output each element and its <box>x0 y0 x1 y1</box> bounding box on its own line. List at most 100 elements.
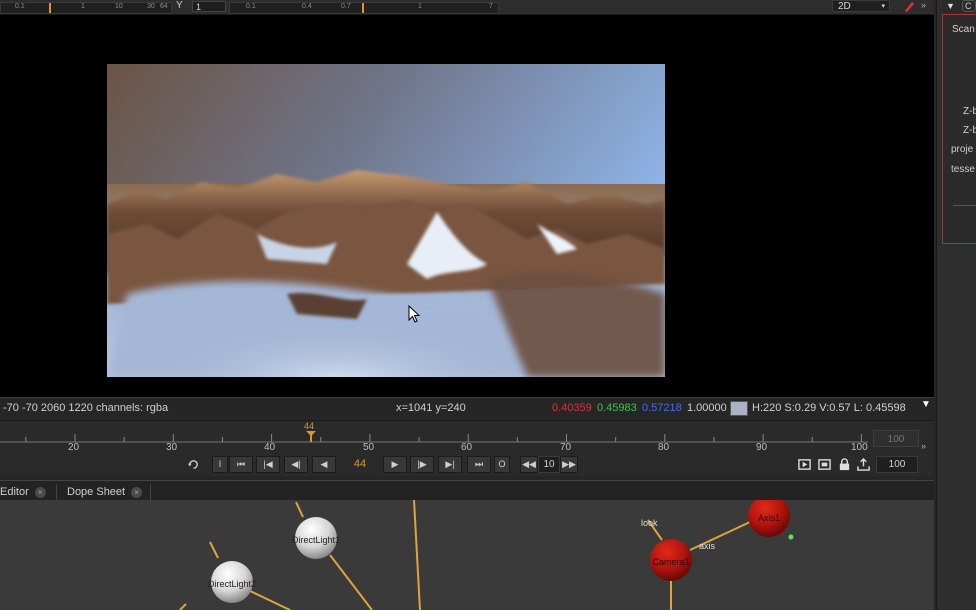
timeline-tick-label: 80 <box>658 442 670 453</box>
gamma-tick: 0.7 <box>341 3 351 10</box>
tab-dope-sheet[interactable]: Dope Sheet × <box>67 483 143 501</box>
node-graph-canvas[interactable] <box>0 500 934 610</box>
expand-icon[interactable]: » <box>921 441 926 451</box>
last-frame-button[interactable]: ⏭ <box>467 456 491 473</box>
viewer-dot <box>788 534 794 540</box>
pixel-info-bar: -70 -70 2060 1220 channels: rgba x=1041 … <box>0 397 934 418</box>
divider <box>953 205 976 206</box>
timeline-tick-label: 30 <box>166 442 178 453</box>
properties-header: ▼ C <box>942 0 976 13</box>
pipe <box>295 501 304 518</box>
previous-keyframe-button[interactable]: |◀ <box>256 456 280 473</box>
gain-slider[interactable]: 0.1 1 10 30 64 <box>0 2 172 14</box>
record-icon[interactable] <box>818 458 831 471</box>
overflow-icon[interactable]: » <box>921 0 926 10</box>
blue-value: 0.57218 <box>642 402 682 414</box>
play-backward-button[interactable]: ◀ <box>312 456 336 473</box>
panel-tabs: Editor × Dope Sheet × <box>0 480 934 501</box>
gamma-slider[interactable]: 0.1 0.4 0.7 1 7 <box>229 2 499 14</box>
node-label: Axis1 <box>757 513 781 523</box>
pipe <box>329 554 373 610</box>
collapse-icon[interactable]: ▼ <box>946 1 955 11</box>
lock-icon[interactable] <box>838 458 851 471</box>
set-out-point-button[interactable]: O <box>494 456 510 473</box>
gamma-tick: 0.4 <box>302 3 312 10</box>
playhead-frame: 44 <box>304 421 315 431</box>
set-in-point-button[interactable]: I <box>212 456 228 473</box>
edge-label: axis <box>699 541 716 551</box>
timeline-tick-label: 50 <box>363 442 375 453</box>
step-forward-button[interactable]: |▶ <box>410 456 434 473</box>
property-label: proje <box>951 144 974 155</box>
node-graph[interactable]: DirectLight1 DirectLight2 Camera1 Axis1 … <box>0 500 934 610</box>
step-back-button[interactable]: ◀| <box>284 456 308 473</box>
alpha-value: 1.00000 <box>687 402 727 414</box>
gamma-input[interactable]: 1 <box>192 1 226 12</box>
red-value: 0.40359 <box>552 402 592 414</box>
node-label: DirectLight1 <box>291 535 341 545</box>
render-image <box>107 64 665 377</box>
mouse-cursor-icon <box>408 305 421 323</box>
cursor-coords: x=1041 y=240 <box>396 402 466 414</box>
loop-mode-icon[interactable] <box>187 458 200 471</box>
pipe <box>247 589 291 610</box>
properties-button[interactable]: C <box>962 0 976 12</box>
view-mode-dropdown[interactable]: 2D ▾ <box>832 0 890 12</box>
hsvl-values: H:220 S:0.29 V:0.57 L: 0.45598 <box>752 402 906 414</box>
gain-tick: 10 <box>115 3 123 10</box>
timeline-tick-label: 90 <box>756 442 768 453</box>
back-increment-button[interactable]: ◀◀ <box>520 456 538 473</box>
timeline-tick-label: 100 <box>851 442 868 453</box>
node-label: Camera1 <box>652 557 690 567</box>
first-frame-button[interactable]: ⏮ <box>229 456 253 473</box>
property-label: tesse <box>951 164 975 175</box>
node-properties-box: Scan Z-b Z-b proje tesse <box>942 14 976 244</box>
tab-node-graph[interactable]: Editor × <box>0 483 46 501</box>
gamma-tick: 0.1 <box>246 3 256 10</box>
pipe <box>413 500 421 610</box>
end-frame-display: 100 <box>873 430 919 447</box>
node-label: DirectLight2 <box>207 579 257 589</box>
gain-handle[interactable] <box>49 3 51 13</box>
info-menu-icon[interactable]: ▼ <box>921 399 931 410</box>
format-info: -70 -70 2060 1220 channels: rgba <box>3 402 169 414</box>
pipe <box>179 603 187 610</box>
gamma-tick: 1 <box>418 3 422 10</box>
green-value: 0.45983 <box>597 402 637 414</box>
gamma-label: Y <box>176 0 183 11</box>
close-icon[interactable]: × <box>34 486 46 498</box>
viewer-canvas[interactable] <box>0 15 934 397</box>
gain-tick: 0.1 <box>15 3 25 10</box>
view-mode-value: 2D <box>838 1 851 12</box>
property-label: Z-b <box>963 125 976 136</box>
gain-tick: 64 <box>160 3 168 10</box>
timeline-tick-label: 70 <box>560 442 572 453</box>
tab-divider <box>150 484 151 500</box>
color-swatch <box>730 401 748 416</box>
next-keyframe-button[interactable]: ▶| <box>438 456 462 473</box>
flipbook-icon[interactable] <box>798 458 811 471</box>
gamma-tick: 7 <box>489 3 493 10</box>
export-icon[interactable] <box>857 458 870 471</box>
pen-icon[interactable] <box>903 0 915 12</box>
play-forward-button[interactable]: ▶ <box>383 456 407 473</box>
gain-tick: 1 <box>81 3 85 10</box>
transport-controls: I ⏮ |◀ ◀| ◀ 44 ▶ |▶ ▶| ⏭ O ◀◀ 10 ▶▶ 100 <box>0 454 934 476</box>
tab-divider <box>56 484 57 500</box>
pipe <box>209 541 219 559</box>
timeline-tick-label: 20 <box>68 442 80 453</box>
gain-tick: 30 <box>147 3 155 10</box>
chevron-down-icon: ▾ <box>881 3 885 10</box>
end-frame-field[interactable]: 100 <box>876 456 918 473</box>
timeline-tick-label: 60 <box>461 442 473 453</box>
gamma-handle[interactable] <box>362 3 364 13</box>
forward-increment-button[interactable]: ▶▶ <box>560 456 578 473</box>
current-frame-field[interactable]: 44 <box>343 456 377 473</box>
edge-label: look <box>641 518 658 528</box>
timeline-tick-label: 40 <box>264 442 276 453</box>
property-label: Scan <box>952 24 975 35</box>
frame-increment-field[interactable]: 10 <box>538 456 560 473</box>
close-icon[interactable]: × <box>131 486 143 498</box>
timeline[interactable]: 44 20 30 40 50 60 70 80 90 100 100 » <box>0 420 934 457</box>
viewer-toolbar: 0.1 1 10 30 64 Y 1 0.1 0.4 0.7 1 7 2D ▾ … <box>0 0 934 15</box>
